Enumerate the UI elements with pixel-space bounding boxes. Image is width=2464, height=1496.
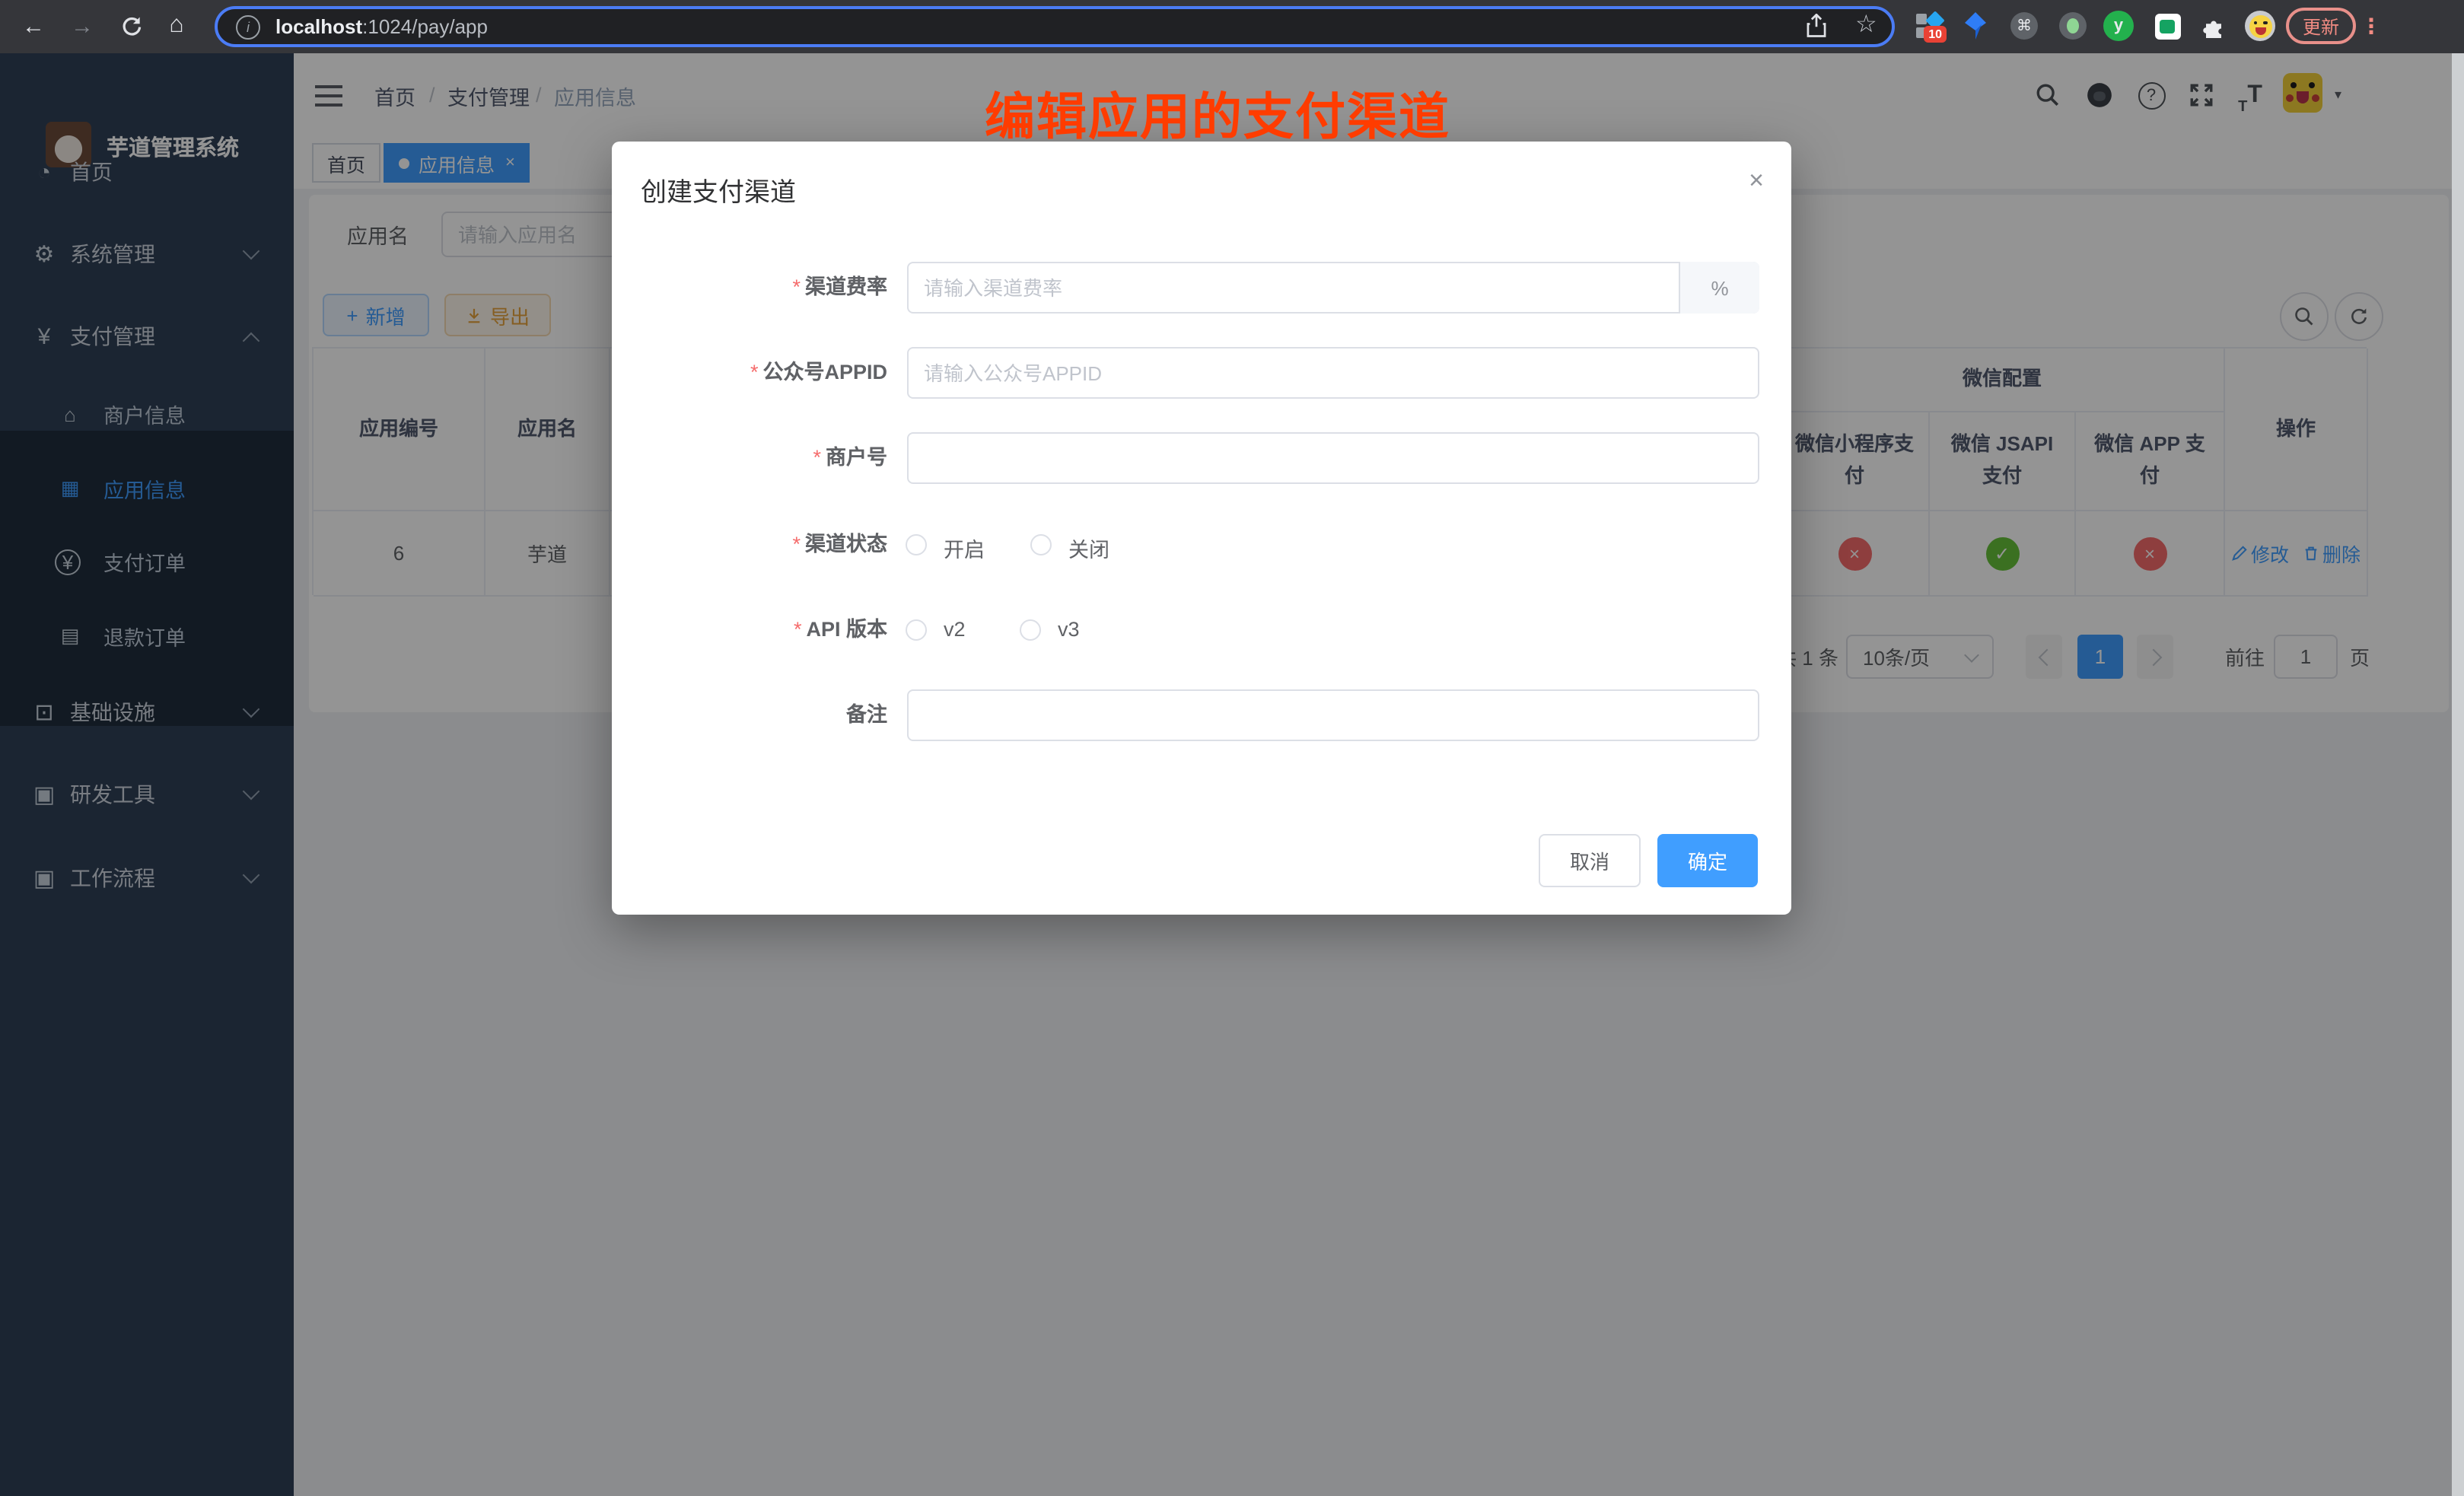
browser-home-icon[interactable]: ⌂	[158, 8, 195, 44]
extension-y-icon[interactable]: y	[2102, 9, 2135, 43]
appid-input[interactable]	[907, 347, 1759, 399]
percent-suffix: %	[1679, 262, 1759, 314]
browser-toolbar: ← → ⌂ i localhost:1024/pay/app ☆ 10 ⌘	[0, 0, 2464, 53]
extensions-puzzle-icon[interactable]	[2196, 9, 2230, 43]
field-label-merchant-no: *商户号	[626, 444, 887, 472]
site-info-icon[interactable]: i	[236, 14, 260, 39]
extension-grid-icon[interactable]: 10	[1912, 9, 1945, 43]
scrollbar[interactable]	[2452, 53, 2464, 1496]
radio-label-closed[interactable]: 关闭	[1068, 533, 1109, 563]
radio-label-open[interactable]: 开启	[944, 533, 985, 563]
close-icon[interactable]: ×	[1749, 166, 1764, 196]
browser-forward-icon[interactable]: →	[64, 8, 100, 44]
field-label-api-version: *API 版本	[626, 616, 887, 644]
radio-status-closed[interactable]	[1030, 534, 1052, 555]
radio-api-v3[interactable]	[1020, 619, 1041, 641]
extension-kite-icon[interactable]	[1959, 9, 1992, 43]
field-label-remark: 备注	[626, 702, 887, 729]
browser-back-icon[interactable]: ←	[15, 8, 52, 44]
share-icon[interactable]	[1805, 14, 1828, 38]
dialog-title: 创建支付渠道	[641, 170, 796, 208]
extension-emoji-avatar[interactable]	[2243, 9, 2277, 43]
field-label-channel-status: *渠道状态	[626, 531, 887, 559]
radio-label-v3[interactable]: v3	[1058, 618, 1080, 641]
merchant-no-input[interactable]	[907, 432, 1759, 484]
bookmark-star-icon[interactable]: ☆	[1855, 9, 1877, 40]
channel-rate-input[interactable]	[907, 262, 1759, 314]
radio-status-open[interactable]	[906, 534, 927, 555]
radio-label-v2[interactable]: v2	[944, 618, 966, 641]
browser-menu-icon[interactable]: ⋮	[2361, 8, 2382, 44]
remark-input[interactable]	[907, 689, 1759, 741]
radio-api-v2[interactable]	[906, 619, 927, 641]
url-text: localhost:1024/pay/app	[275, 15, 488, 38]
create-payment-channel-dialog: 创建支付渠道 × *渠道费率 % *公众号APPID *商户号 *渠道状态 开启…	[612, 142, 1791, 915]
field-label-appid: *公众号APPID	[626, 359, 887, 387]
channel-rate-field: %	[907, 262, 1759, 314]
annotation-text: 编辑应用的支付渠道	[822, 76, 1613, 149]
field-label-channel-rate: *渠道费率	[626, 274, 887, 301]
confirm-button[interactable]: 确定	[1657, 834, 1758, 887]
extension-dot-icon[interactable]	[2056, 9, 2090, 43]
screen: ← → ⌂ i localhost:1024/pay/app ☆ 10 ⌘	[0, 0, 2464, 1496]
cancel-button[interactable]: 取消	[1539, 834, 1641, 887]
extension-chat-icon[interactable]	[2150, 9, 2184, 43]
address-bar[interactable]: i localhost:1024/pay/app	[215, 6, 1895, 47]
extension-badge: 10	[1924, 26, 1947, 43]
browser-update-button[interactable]: 更新	[2286, 8, 2356, 44]
extension-command-icon[interactable]: ⌘	[2007, 9, 2041, 43]
browser-reload-icon[interactable]	[113, 8, 149, 44]
